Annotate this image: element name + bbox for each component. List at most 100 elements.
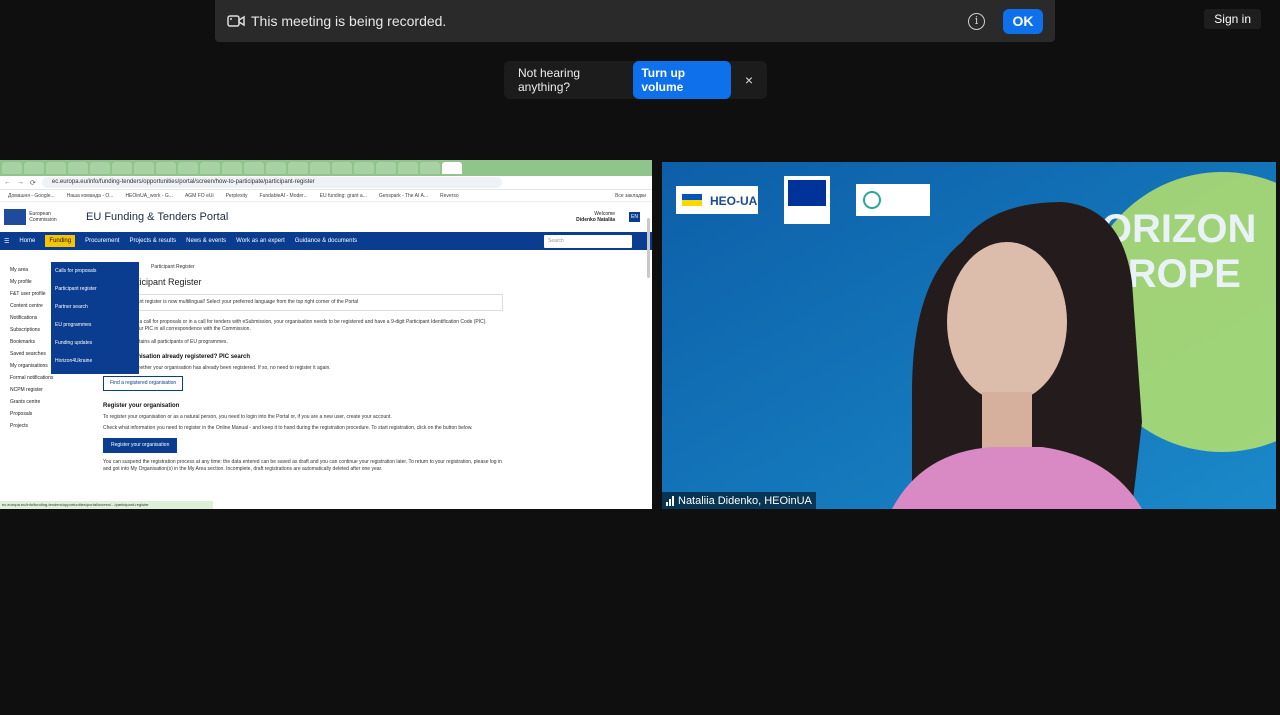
find-organisation-button[interactable]: Find a registered organisation — [103, 376, 184, 391]
dropdown-item[interactable]: Horizon4Ukraine — [51, 352, 139, 370]
reload-icon[interactable]: ⟳ — [30, 179, 36, 187]
browser-tab[interactable] — [90, 162, 110, 174]
register-heading: Register your organisation — [103, 403, 180, 409]
bookmark[interactable]: Reverso — [440, 193, 459, 199]
browser-tab[interactable] — [46, 162, 66, 174]
intro-text: To participate in a call for proposals o… — [103, 319, 487, 332]
browser-tab-strip[interactable] — [0, 160, 652, 176]
turn-up-volume-button[interactable]: Turn up volume — [633, 61, 731, 99]
erasmus-office-logo — [856, 184, 930, 216]
participant-video[interactable]: HORIZON EUROPE HEO-UA — [662, 162, 1276, 509]
bookmark[interactable]: Perplexity — [226, 193, 248, 199]
browser-tab[interactable] — [2, 162, 22, 174]
browser-tab[interactable] — [244, 162, 264, 174]
breadcrumb[interactable]: Participant Register — [151, 264, 503, 271]
sidebar-item[interactable]: Proposals — [0, 408, 96, 420]
sidebar-item[interactable]: NCPM register — [0, 384, 96, 396]
nav-procurement[interactable]: Procurement — [85, 238, 119, 244]
dropdown-item[interactable]: Participant register — [51, 280, 139, 298]
browser-tab[interactable] — [266, 162, 286, 174]
bookmark[interactable]: AGM FO eUi — [185, 193, 214, 199]
browser-tab[interactable] — [24, 162, 44, 174]
heo-ua-logo-text: HEO-UA — [710, 194, 758, 208]
browser-tab[interactable] — [134, 162, 154, 174]
recording-banner: This meeting is being recorded. i OK — [215, 0, 1055, 42]
browser-tab[interactable] — [68, 162, 88, 174]
ec-name: European Commission — [29, 211, 57, 223]
register-text-2: Check what information you need to regis… — [103, 425, 473, 431]
forward-icon[interactable]: → — [17, 179, 24, 186]
browser-tab[interactable] — [398, 162, 418, 174]
page-content: Participant Register Participant Registe… — [103, 264, 503, 473]
dropdown-item[interactable]: Funding updates — [51, 334, 139, 352]
video-frame: HORIZON EUROPE HEO-UA — [662, 162, 1276, 509]
video-camera-icon — [227, 15, 245, 27]
nav-news[interactable]: News & events — [186, 238, 226, 244]
bookmark[interactable]: Домашня - Google... — [8, 193, 55, 199]
sign-in-button[interactable]: Sign in — [1204, 9, 1261, 29]
back-icon[interactable]: ← — [4, 179, 11, 186]
browser-tab[interactable] — [288, 162, 308, 174]
dropdown-item[interactable]: Partner search — [51, 298, 139, 316]
browser-tab[interactable] — [354, 162, 374, 174]
participant-face — [947, 242, 1067, 402]
shared-screen: ← → ⟳ ec.europa.eu/info/funding-tenders/… — [0, 160, 652, 509]
language-selector[interactable]: EN — [629, 212, 640, 222]
funding-dropdown-menu: Calls for proposals Participant register… — [51, 262, 139, 374]
browser-tab[interactable] — [376, 162, 396, 174]
nav-expert[interactable]: Work as an expert — [236, 238, 285, 244]
dropdown-item[interactable]: Calls for proposals — [51, 262, 139, 280]
portal-navbar: ☰ Home Funding Procurement Projects & re… — [0, 232, 652, 250]
bookmark[interactable]: Все закладки — [615, 193, 646, 199]
welcome-user[interactable]: Welcome Didenko Nataliia — [576, 211, 615, 223]
register-organisation-button[interactable]: Register your organisation — [103, 438, 178, 453]
browser-tab[interactable] — [310, 162, 330, 174]
dropdown-item[interactable]: EU programmes — [51, 316, 139, 334]
check-text: Please check whether your organisation h… — [103, 365, 331, 371]
menu-icon[interactable]: ☰ — [4, 238, 9, 245]
bookmark[interactable]: Наша команда - O... — [67, 193, 114, 199]
bookmark[interactable]: EU funding: grant a... — [320, 193, 367, 199]
eu-flag-icon — [4, 209, 27, 225]
bookmark[interactable]: HEOinUA_work - G... — [125, 193, 173, 199]
browser-tab[interactable] — [200, 162, 220, 174]
sidebar-item[interactable]: Projects — [0, 420, 96, 432]
nav-projects[interactable]: Projects & results — [129, 238, 176, 244]
browser-tab[interactable] — [112, 162, 132, 174]
nav-guidance[interactable]: Guidance & documents — [295, 238, 357, 244]
user-name: Didenko Nataliia — [576, 217, 616, 223]
browser-tab[interactable] — [420, 162, 440, 174]
browser-status-url: ec.europa.eu/info/funding-tenders/opport… — [0, 501, 213, 509]
browser-tab-active[interactable] — [442, 162, 462, 174]
browser-tab[interactable] — [332, 162, 352, 174]
address-bar[interactable]: ec.europa.eu/info/funding-tenders/opport… — [41, 177, 502, 188]
portal-search-input[interactable]: Search — [544, 234, 632, 248]
portal-header: European Commission EU Funding & Tenders… — [0, 202, 652, 232]
close-icon[interactable]: × — [745, 72, 753, 88]
browser-tab[interactable] — [156, 162, 176, 174]
bookmark[interactable]: Genspark - The AI A... — [379, 193, 428, 199]
audio-prompt-text: Not hearing anything? — [518, 66, 581, 94]
page-scrollbar[interactable] — [647, 218, 650, 278]
bookmarks-bar: Домашня - Google... Наша команда - O... … — [0, 190, 652, 202]
recording-notice-text: This meeting is being recorded. — [251, 13, 447, 29]
portal-title: EU Funding & Tenders Portal — [86, 211, 229, 223]
multilingual-notice: The Participant register is now multilin… — [103, 294, 503, 311]
sidebar-item[interactable]: Grants centre — [0, 396, 96, 408]
page-title: Participant Register — [123, 277, 202, 287]
ec-logo[interactable]: European Commission — [4, 206, 76, 228]
nav-home[interactable]: Home — [19, 238, 35, 244]
browser-tab[interactable] — [222, 162, 242, 174]
browser-tab[interactable] — [178, 162, 198, 174]
browser-toolbar: ← → ⟳ ec.europa.eu/info/funding-tenders/… — [0, 176, 652, 190]
participant-name-tag: Nataliia Didenko, HEOinUA — [662, 492, 816, 509]
suspend-text: You can suspend the registration process… — [103, 459, 502, 472]
participant-name: Nataliia Didenko, HEOinUA — [678, 494, 812, 507]
nav-funding[interactable]: Funding — [45, 235, 76, 247]
intro-text-2: The register contains all participants o… — [103, 339, 228, 345]
info-icon[interactable]: i — [968, 12, 985, 30]
register-text-1: To register your organisation or as a na… — [103, 414, 392, 420]
ok-button[interactable]: OK — [1003, 8, 1043, 34]
bookmark[interactable]: FundableAI - Moder... — [260, 193, 308, 199]
audio-prompt: Not hearing anything? Turn up volume × — [504, 61, 767, 99]
